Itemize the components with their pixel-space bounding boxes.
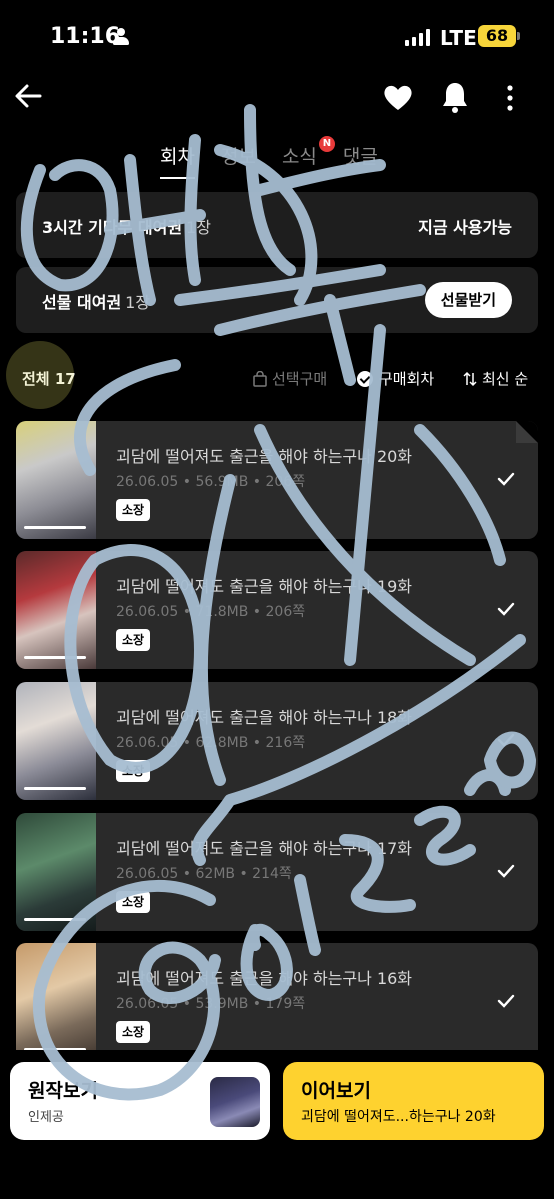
episode-total: 전체 17: [22, 370, 76, 388]
battery-icon: 68: [478, 25, 516, 47]
wait-ticket-count: 1장: [186, 218, 211, 237]
heart-icon[interactable]: [382, 82, 414, 112]
bought-filter-toggle[interactable]: 구매회차: [357, 368, 434, 389]
original-work-subtitle: 인제공: [28, 1110, 64, 1125]
status-bar: 11:16 LTE 68: [0, 0, 554, 72]
network-label: LTE: [440, 26, 477, 50]
bag-icon: [253, 370, 267, 387]
more-vertical-icon[interactable]: [502, 84, 518, 112]
gift-ticket-count: 1장: [125, 293, 151, 312]
bottom-action-bar: 원작보기 인제공 이어보기 괴담에 떨어져도...하는구나 20화: [0, 1050, 554, 1199]
check-icon: [497, 994, 515, 1008]
tab-bar: 회차 정보 소식 N 댓글: [160, 136, 378, 179]
read-progress-bar: [24, 656, 86, 659]
episode-thumbnail: [16, 682, 96, 800]
episode-item[interactable]: 괴담에 떨어져도 출근을 해야 하는구나 17화 26.06.05 • 62MB…: [16, 813, 538, 931]
sort-icon: [463, 371, 477, 386]
owned-badge: 소장: [116, 891, 151, 913]
read-progress-bar: [24, 918, 86, 921]
sort-label: 최신 순: [482, 370, 529, 388]
bought-filter-label: 구매회차: [379, 370, 435, 388]
episode-title: 괴담에 떨어져도 출근을 해야 하는구나 16화: [116, 969, 413, 988]
continue-title: 이어보기: [301, 1080, 371, 1102]
episode-thumbnail: [16, 551, 96, 669]
tab-news-label: 소식: [281, 146, 317, 168]
bell-icon[interactable]: [440, 80, 470, 114]
wait-ticket-status: 지금 사용가능: [418, 218, 512, 237]
person-icon: [113, 28, 129, 46]
episode-thumbnail: [16, 943, 96, 1061]
episode-meta: 26.06.05 • 56.9MB • 206쪽: [116, 474, 306, 490]
gift-ticket-row: 선물 대여권 1장 선물받기: [16, 267, 538, 333]
read-progress-bar: [24, 787, 86, 790]
tab-comments[interactable]: 댓글: [343, 142, 378, 169]
select-buy-label: 선택구매: [272, 370, 328, 388]
episode-title: 괴담에 떨어져도 출근을 해야 하는구나 20화: [116, 447, 413, 466]
tab-news[interactable]: 소식 N: [281, 136, 335, 169]
owned-badge: 소장: [116, 499, 151, 521]
sort-button[interactable]: 최신 순: [462, 368, 528, 389]
episode-meta: 26.06.05 • 53.9MB • 179쪽: [116, 996, 306, 1012]
episode-meta: 26.06.05 • 71.8MB • 206쪽: [116, 604, 306, 620]
episode-title: 괴담에 떨어져도 출근을 해야 하는구나 18화: [116, 708, 413, 727]
continue-reading-button[interactable]: 이어보기 괴담에 떨어져도...하는구나 20화: [283, 1062, 544, 1140]
wait-ticket-label: 3시간 기다무 대여권 1장: [42, 218, 211, 237]
episode-item[interactable]: 괴담에 떨어져도 출근을 해야 하는구나 20화 26.06.05 • 56.9…: [16, 421, 538, 539]
check-icon: [497, 472, 515, 486]
tab-info[interactable]: 정보: [221, 142, 256, 169]
status-time: 11:16: [50, 24, 121, 49]
owned-badge: 소장: [116, 760, 151, 782]
new-badge: N: [318, 136, 335, 152]
episode-item[interactable]: 괴담에 떨어져도 출근을 해야 하는구나 19화 26.06.05 • 71.8…: [16, 551, 538, 669]
signal-icon: [405, 28, 430, 46]
owned-badge: 소장: [116, 629, 151, 651]
episode-title: 괴담에 떨어져도 출근을 해야 하는구나 19화: [116, 577, 413, 596]
episode-item[interactable]: 괴담에 떨어져도 출근을 해야 하는구나 18화 26.06.05 • 62.8…: [16, 682, 538, 800]
episode-thumbnail: [16, 421, 96, 539]
gift-ticket-label: 선물 대여권 1장: [42, 293, 151, 312]
episode-meta: 26.06.05 • 62.8MB • 216쪽: [116, 735, 306, 751]
original-work-button[interactable]: 원작보기 인제공: [10, 1062, 270, 1140]
continue-subtitle: 괴담에 떨어져도...하는구나 20화: [301, 1109, 496, 1125]
owned-badge: 소장: [116, 1021, 151, 1043]
page-fold-corner: [516, 421, 538, 443]
tab-episodes[interactable]: 회차: [160, 142, 195, 179]
check-icon: [497, 733, 515, 747]
back-arrow-icon[interactable]: [12, 80, 44, 112]
episode-item[interactable]: 괴담에 떨어져도 출근을 해야 하는구나 16화 26.06.05 • 53.9…: [16, 943, 538, 1061]
check-icon: [497, 602, 515, 616]
receive-gift-button[interactable]: 선물받기: [424, 282, 512, 318]
select-buy-button[interactable]: 선택구매: [252, 368, 327, 389]
battery-tip: [517, 32, 520, 40]
wait-free-ticket-row[interactable]: 3시간 기다무 대여권 1장 지금 사용가능: [16, 192, 538, 258]
check-icon: [497, 864, 515, 878]
original-work-title: 원작보기: [28, 1080, 98, 1102]
episode-meta: 26.06.05 • 62MB • 214쪽: [116, 866, 292, 882]
original-cover-thumbnail: [210, 1077, 260, 1127]
episode-title: 괴담에 떨어져도 출근을 해야 하는구나 17화: [116, 839, 413, 858]
episode-thumbnail: [16, 813, 96, 931]
check-circle-icon: [357, 370, 373, 387]
filter-row: 전체 17 선택구매 구매회차 최신 순: [0, 368, 554, 392]
read-progress-bar: [24, 526, 86, 529]
